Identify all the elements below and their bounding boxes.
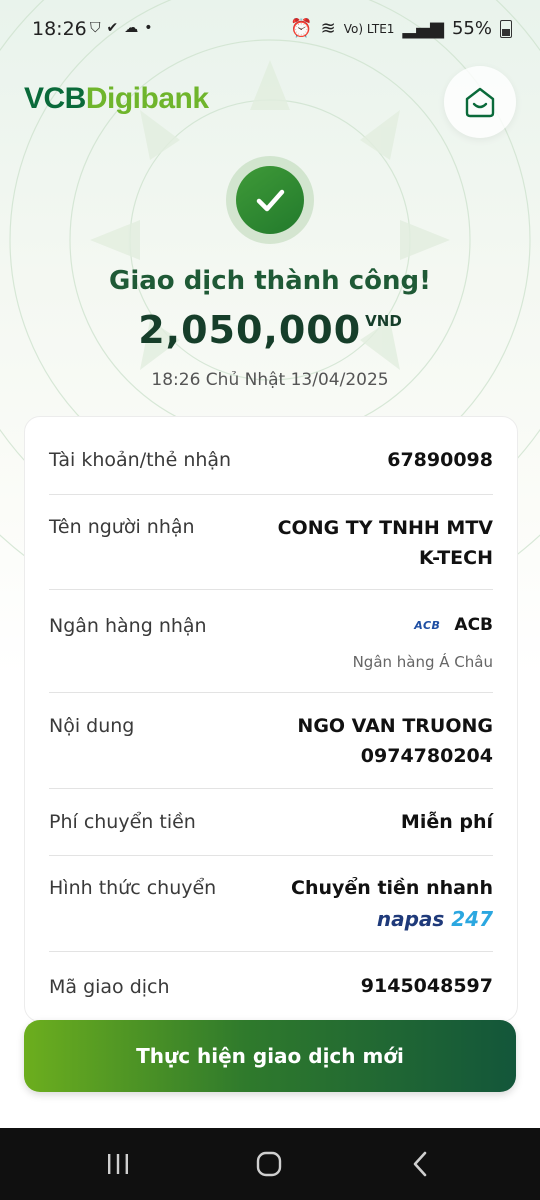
napas-logo-text: napas (376, 907, 445, 931)
signal-icon: ▂▄▆ (402, 18, 444, 39)
check-icon (256, 189, 285, 212)
result-title: Giao dịch thành công! (108, 266, 432, 296)
napas-logo-number: 247 (451, 907, 493, 931)
back-button[interactable] (390, 1146, 450, 1182)
back-chevron-icon (413, 1151, 427, 1177)
napas-logo: napas 247 (377, 907, 493, 931)
wifi-icon: ≋ (320, 18, 336, 39)
status-right: ⏰ ≋ Vo) LTE1 ▂▄▆ 55% (290, 18, 512, 39)
row-bank: Ngân hàng nhận ACB ACB Ngân hàng Á Châu (49, 589, 493, 693)
home-circle-icon (256, 1151, 282, 1177)
home-button[interactable] (444, 66, 516, 138)
success-circle (236, 166, 304, 234)
recent-apps-icon (108, 1154, 128, 1174)
content-value-line1: NGO VAN TRUONG (297, 715, 493, 737)
content-label: Nội dung (49, 715, 135, 737)
recent-apps-button[interactable] (88, 1146, 148, 1182)
system-nav-bar (0, 1128, 540, 1200)
method-label: Hình thức chuyển (49, 877, 217, 899)
amount: 2,050,000 VND (0, 308, 540, 352)
transaction-id-value[interactable]: 9145048597 (361, 971, 493, 1001)
alarm-icon: ⏰ (290, 18, 313, 39)
row-account: Tài khoản/thẻ nhận 67890098 (49, 417, 493, 495)
acb-logo-icon: ACB (414, 618, 441, 632)
smile-home-icon (465, 87, 495, 118)
details-card: Tài khoản/thẻ nhận 67890098 Tên người nh… (24, 416, 518, 1022)
battery-icon (500, 19, 512, 38)
screen: 18:26 ⛉✔☁• ⏰ ≋ Vo) LTE1 ▂▄▆ 55% VCBDigib… (0, 0, 540, 1128)
receiver-value-line2: K-TECH (419, 547, 493, 569)
status-bar: 18:26 ⛉✔☁• ⏰ ≋ Vo) LTE1 ▂▄▆ 55% (0, 0, 540, 60)
row-transaction-id: Mã giao dịch 9145048597 (49, 951, 493, 1021)
status-time: 18:26 (32, 18, 87, 40)
account-value[interactable]: 67890098 (387, 445, 493, 475)
receiver-value-line1: CONG TY TNHH MTV (277, 517, 493, 539)
logo-vcb: VCB (24, 82, 86, 115)
transaction-id-label: Mã giao dịch (49, 976, 170, 998)
row-method: Hình thức chuyển Chuyển tiền nhanh napas… (49, 855, 493, 952)
amount-currency: VND (365, 312, 402, 330)
home-nav-button[interactable] (239, 1146, 299, 1182)
bank-main: ACB ACB (414, 615, 493, 635)
method-value: Chuyển tiền nhanh (291, 877, 493, 899)
logo-digibank: Digibank (85, 82, 209, 115)
new-transaction-button[interactable]: Thực hiện giao dịch mới (24, 1020, 516, 1092)
transaction-datetime: 18:26 Chủ Nhật 13/04/2025 (151, 370, 389, 390)
success-badge (226, 156, 314, 244)
fee-label: Phí chuyển tiền (49, 811, 196, 833)
account-label: Tài khoản/thẻ nhận (49, 449, 232, 471)
row-fee: Phí chuyển tiền Miễn phí (49, 788, 493, 856)
notification-icons: ⛉✔☁• (90, 20, 159, 36)
network-label: Vo) LTE1 (343, 21, 395, 36)
bank-label: Ngân hàng nhận (49, 615, 207, 637)
row-content: Nội dung NGO VAN TRUONG 0974780204 (49, 692, 493, 789)
fee-value: Miễn phí (400, 811, 493, 833)
battery-percent: 55% (451, 18, 492, 39)
amount-value: 2,050,000 (138, 308, 362, 352)
row-receiver: Tên người nhận CONG TY TNHH MTV K-TECH (49, 494, 493, 590)
content-value-line2: 0974780204 (360, 745, 493, 767)
app-logo: VCBDigibank (24, 82, 209, 116)
bank-full-name: Ngân hàng Á Châu (352, 653, 493, 671)
receiver-label: Tên người nhận (49, 516, 195, 538)
bank-code: ACB (454, 615, 493, 635)
